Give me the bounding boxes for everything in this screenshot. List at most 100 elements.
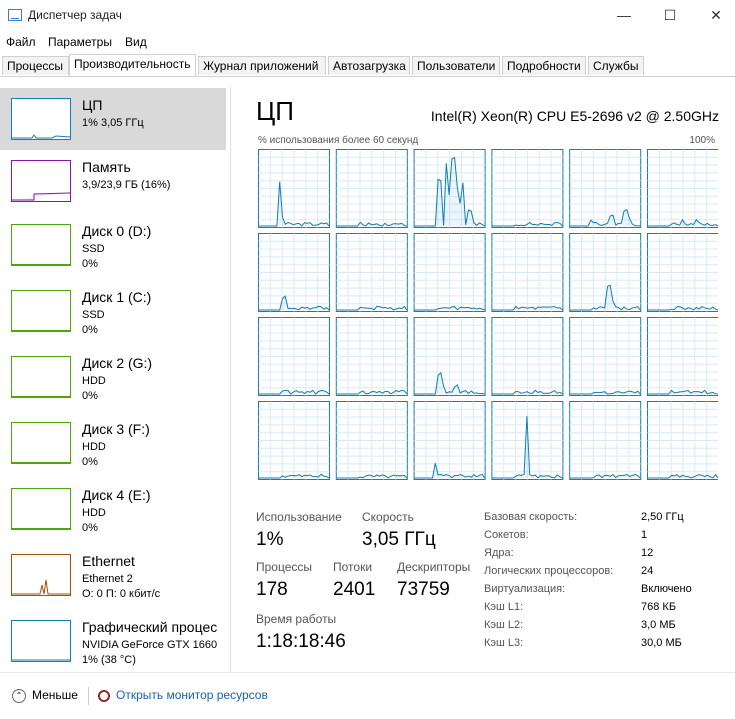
- page-title: ЦП: [256, 96, 294, 126]
- tab-users[interactable]: Пользователи: [412, 56, 500, 75]
- thumbnail-sparkline: [12, 528, 70, 529]
- resource-ethernet[interactable]: Ethernet Ethernet 2 О: 0 П: 0 кбит/с: [0, 544, 226, 606]
- logical-processor-graph: [413, 233, 486, 312]
- thumbnail-sparkline: [12, 579, 70, 595]
- l1-cache-label: Кэш L1:: [484, 601, 524, 613]
- virtualization-label: Виртуализация:: [484, 583, 566, 595]
- resource-usage: 0%: [82, 258, 98, 270]
- title-bar: Диспетчер задач — ☐ ✕: [0, 0, 735, 30]
- logical-processor-graph: [569, 149, 642, 228]
- resource-memory[interactable]: Память 3,9/23,9 ГБ (16%): [0, 150, 226, 212]
- logical-processor-graph: [647, 149, 718, 228]
- resource-disk-0[interactable]: Диск 0 (D:) SSD 0%: [0, 214, 226, 276]
- logical-processor-graph: [569, 233, 642, 312]
- cpu-detail-panel: ЦП Intel(R) Xeon(R) CPU E5-2696 v2 @ 2.5…: [231, 86, 735, 672]
- minimize-button[interactable]: —: [601, 2, 647, 28]
- menu-view[interactable]: Вид: [125, 35, 147, 49]
- speed-value: 3,05 ГГц: [362, 529, 436, 550]
- threads-value: 2401: [333, 579, 376, 600]
- tab-services[interactable]: Службы: [588, 56, 644, 75]
- l3-cache-label: Кэш L3:: [484, 637, 524, 649]
- menu-options[interactable]: Параметры: [48, 35, 112, 49]
- resource-title: Ethernet: [82, 553, 135, 569]
- disk-thumbnail: [11, 488, 71, 530]
- logical-processor-graph: [335, 401, 408, 480]
- resource-gpu-name: NVIDIA GeForce GTX 1660: [82, 639, 218, 651]
- resource-list: ЦП 1% 3,05 ГГц Память 3,9/23,9 ГБ (16%) …: [0, 86, 231, 672]
- disk-thumbnail: [11, 224, 71, 266]
- tab-details[interactable]: Подробности: [502, 56, 586, 75]
- fewer-details-button[interactable]: ⌃ Меньше: [12, 688, 78, 703]
- resource-title: Память: [82, 159, 131, 175]
- l1-cache-value: 768 КБ: [641, 601, 677, 613]
- resource-gpu[interactable]: Графический процес NVIDIA GeForce GTX 16…: [0, 610, 226, 672]
- resource-title: ЦП: [82, 97, 103, 113]
- logical-processors-value: 24: [641, 565, 654, 577]
- resource-type: HDD: [82, 441, 106, 453]
- virtualization-value: Включено: [641, 583, 692, 595]
- logical-processor-graph: [413, 317, 486, 396]
- tab-performance[interactable]: Производительность: [69, 54, 196, 76]
- resource-title: Диск 1 (C:): [82, 289, 152, 305]
- l2-cache-label: Кэш L2:: [484, 619, 524, 631]
- threads-label: Потоки: [333, 560, 373, 574]
- logical-processor-graph: [569, 317, 642, 396]
- utilization-label: % использования более 60 секунд: [258, 135, 419, 146]
- cpu-thumbnail: [11, 98, 71, 140]
- logical-processor-graph: [335, 149, 408, 228]
- logical-processor-graph: [647, 401, 718, 480]
- resource-title: Графический процес: [82, 619, 218, 635]
- logical-processor-graph: [647, 233, 718, 312]
- resource-disk-3[interactable]: Диск 3 (F:) HDD 0%: [0, 412, 226, 474]
- tab-app-history[interactable]: Журнал приложений: [198, 56, 326, 75]
- ethernet-thumbnail: [11, 554, 71, 596]
- window-title: Диспетчер задач: [28, 8, 122, 22]
- base-speed-value: 2,50 ГГц: [641, 511, 684, 523]
- maximize-button[interactable]: ☐: [647, 2, 693, 28]
- resource-disk-2[interactable]: Диск 2 (G:) HDD 0%: [0, 346, 226, 408]
- base-speed-label: Базовая скорость:: [484, 511, 578, 523]
- thumbnail-sparkline: [12, 264, 70, 265]
- resource-type: HDD: [82, 375, 106, 387]
- usage-value: 1%: [256, 529, 284, 550]
- resource-usage: 0%: [82, 522, 98, 534]
- resource-throughput: О: 0 П: 0 кбит/с: [82, 588, 161, 600]
- thumbnail-sparkline: [12, 396, 70, 397]
- close-button[interactable]: ✕: [693, 2, 735, 28]
- tab-strip: Процессы Производительность Журнал прило…: [0, 54, 735, 77]
- menu-file[interactable]: Файл: [6, 35, 36, 49]
- sparkline-path: [12, 134, 71, 139]
- processes-label: Процессы: [256, 560, 313, 574]
- utilization-max: 100%: [689, 135, 715, 146]
- speed-label: Скорость: [362, 510, 414, 524]
- logical-processor-graph: [335, 317, 408, 396]
- thumbnail-sparkline: [12, 659, 70, 661]
- thumbnail-sparkline: [12, 134, 71, 139]
- resource-type: SSD: [82, 243, 105, 255]
- thumbnail-sparkline: [12, 462, 70, 463]
- logical-processor-graph: [258, 233, 330, 312]
- resource-monitor-icon: [98, 689, 110, 702]
- logical-processor-graph: [491, 233, 564, 312]
- resource-type: SSD: [82, 309, 105, 321]
- logical-processor-graph: [413, 401, 486, 480]
- resource-title: Диск 0 (D:): [82, 223, 152, 239]
- open-resource-monitor-link[interactable]: Открыть монитор ресурсов: [98, 688, 268, 702]
- logical-processor-graph: [569, 401, 642, 480]
- resource-disk-1[interactable]: Диск 1 (C:) SSD 0%: [0, 280, 226, 342]
- resource-cpu[interactable]: ЦП 1% 3,05 ГГц: [0, 88, 226, 150]
- tab-startup[interactable]: Автозагрузка: [328, 56, 410, 75]
- sockets-value: 1: [641, 529, 648, 541]
- logical-processor-graph: [335, 233, 408, 312]
- logical-processor-graph: [647, 317, 718, 396]
- handles-label: Дескрипторы: [397, 560, 471, 574]
- resource-usage: 0%: [82, 456, 98, 468]
- handles-value: 73759: [397, 579, 450, 600]
- tab-processes[interactable]: Процессы: [2, 56, 69, 75]
- task-manager-icon: [8, 9, 22, 21]
- resource-disk-4[interactable]: Диск 4 (E:) HDD 0%: [0, 478, 226, 540]
- uptime-label: Время работы: [256, 612, 337, 626]
- logical-processors-label: Логических процессоров:: [484, 565, 614, 577]
- cpu-model: Intel(R) Xeon(R) CPU E5-2696 v2 @ 2.50GH…: [430, 108, 719, 124]
- logical-processor-graph: [491, 317, 564, 396]
